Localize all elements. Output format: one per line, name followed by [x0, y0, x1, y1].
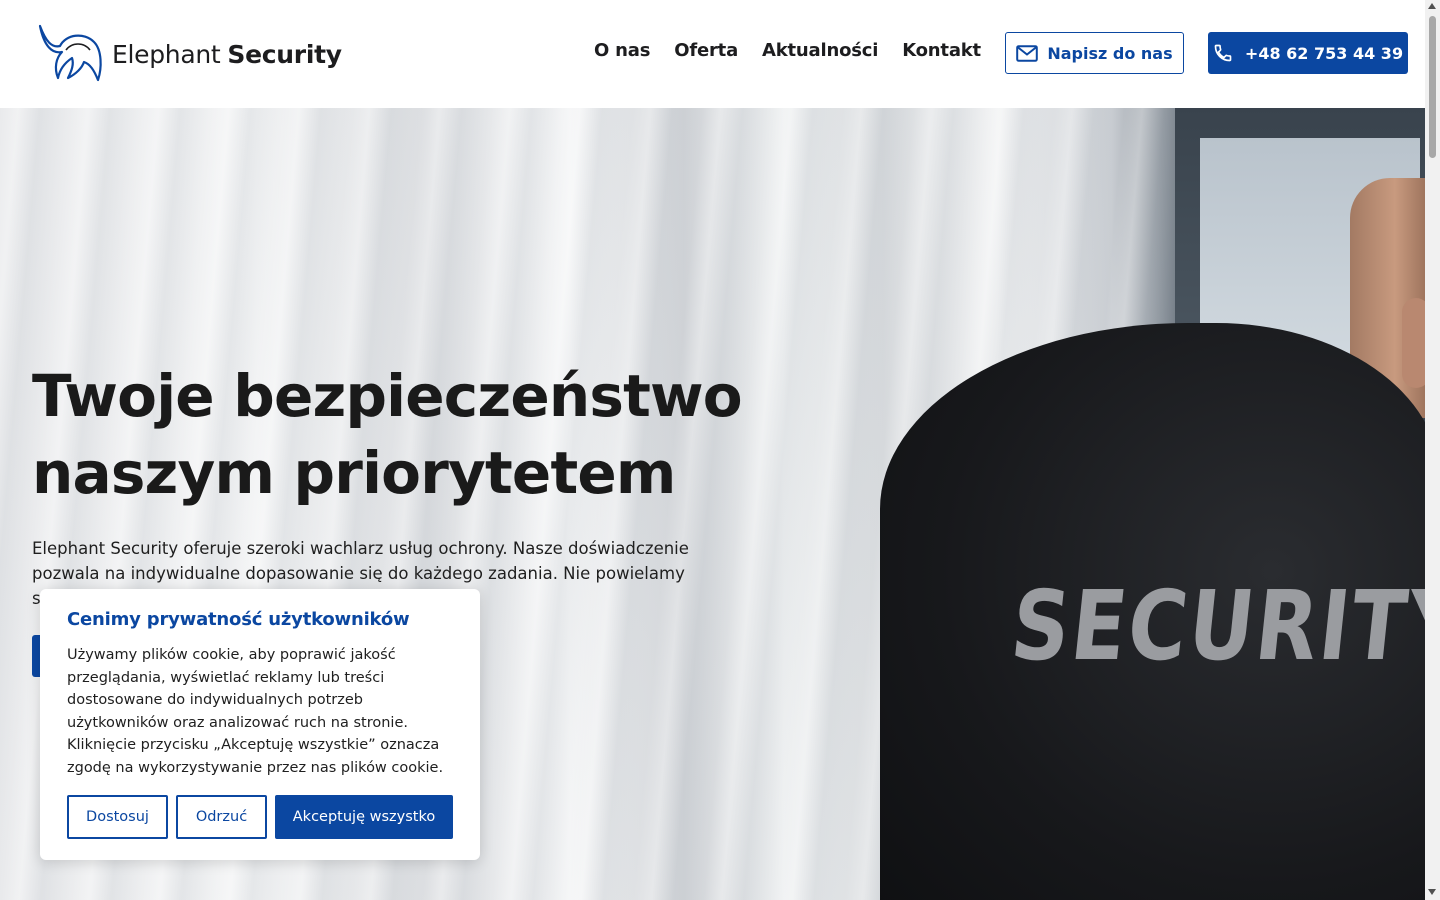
write-to-us-button[interactable]: Napisz do nas	[1005, 32, 1184, 74]
cookie-accept-all-button[interactable]: Akceptuję wszystko	[275, 795, 453, 839]
scroll-thumb[interactable]	[1429, 16, 1436, 158]
elephant-logo-icon	[38, 24, 102, 82]
logo-text-bold: Security	[227, 39, 342, 69]
cookie-buttons: Dostosuj Odrzuć Akceptuję wszystko	[67, 795, 453, 839]
nav-item-o-nas[interactable]: O nas	[594, 40, 650, 61]
cookie-reject-button[interactable]: Odrzuć	[176, 795, 267, 839]
nav-item-aktualnosci[interactable]: Aktualności	[762, 40, 878, 61]
phone-button[interactable]: +48 62 753 44 39	[1208, 32, 1408, 74]
scroll-up-arrow-icon[interactable]	[1428, 3, 1436, 9]
nav-item-kontakt[interactable]: Kontakt	[902, 40, 981, 61]
cookie-title: Cenimy prywatność użytkowników	[67, 609, 410, 630]
cookie-text: Używamy plików cookie, aby poprawić jako…	[67, 647, 444, 776]
mail-icon	[1016, 44, 1039, 62]
logo-text: Elephant Security	[112, 40, 342, 69]
page-scrollbar[interactable]	[1425, 0, 1440, 900]
scroll-down-arrow-icon[interactable]	[1428, 889, 1436, 895]
hero-guard-ear	[1402, 298, 1425, 388]
main-nav: O nas Oferta Aktualności Kontakt	[594, 40, 981, 61]
hero-title-line-2: naszym priorytetem	[32, 439, 676, 507]
hero-title: Twoje bezpieczeństwo naszym priorytetem	[32, 358, 792, 512]
logo-text-regular: Elephant	[112, 39, 221, 69]
site-logo[interactable]: Elephant Security	[36, 24, 342, 84]
phone-label: +48 62 753 44 39	[1244, 43, 1404, 63]
cookie-customize-button[interactable]: Dostosuj	[67, 795, 168, 839]
write-to-us-label: Napisz do nas	[1047, 43, 1173, 63]
hero-title-line-1: Twoje bezpieczeństwo	[32, 362, 743, 430]
cookie-consent-dialog: Cenimy prywatność użytkowników Używamy p…	[40, 589, 480, 860]
nav-item-oferta[interactable]: Oferta	[674, 40, 738, 61]
site-header: Elephant Security O nas Oferta Aktualnoś…	[0, 0, 1425, 108]
phone-icon	[1214, 44, 1232, 62]
jacket-security-print: SECURITY	[1006, 570, 1425, 682]
